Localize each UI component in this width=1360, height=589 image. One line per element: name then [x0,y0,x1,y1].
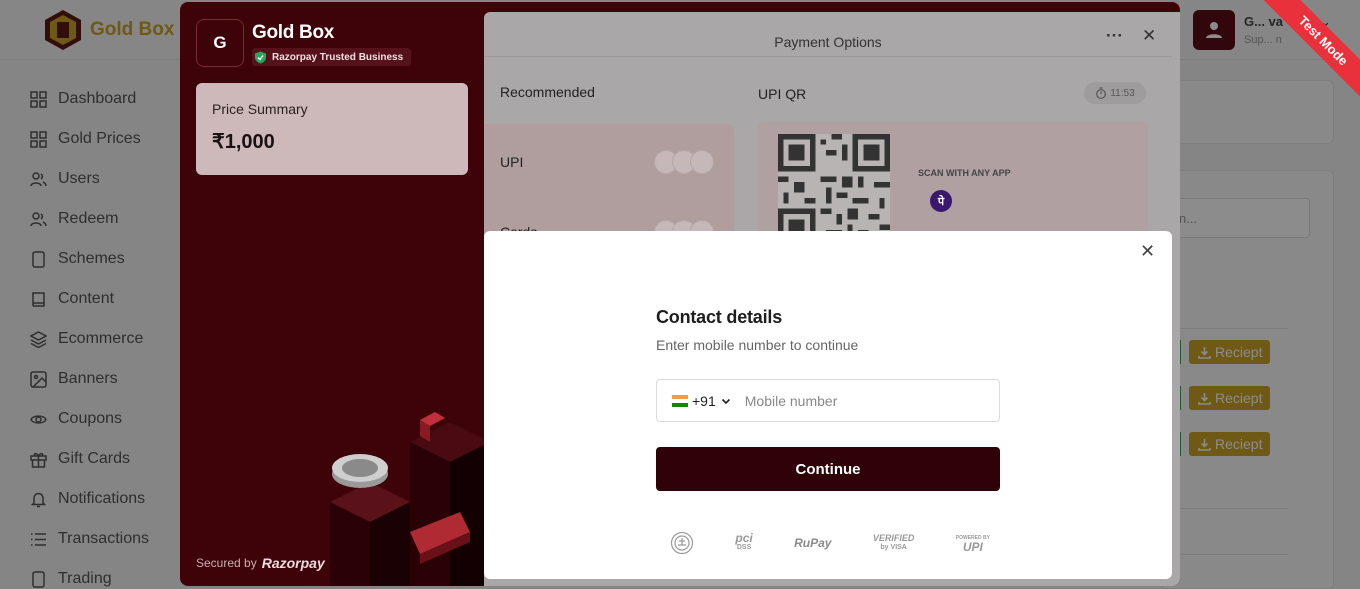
razorpay-logo: Razorpay [261,555,325,571]
price-summary-label: Price Summary [212,101,308,117]
scan-with-any-app-label: SCAN WITH ANY APP [918,168,1011,178]
rupay-badge: RuPay [794,536,832,550]
india-flag-icon [672,394,688,407]
country-code-selector[interactable]: +91 [657,393,731,409]
method-upi[interactable]: UPI [500,154,523,170]
pci-dss-badge: pci DSS [735,531,753,551]
merchant-logo: G [196,19,244,67]
verified-by-visa-badge: VERIFIED by VISA [872,533,915,552]
chevron-down-icon [721,398,730,404]
shield-check-icon [255,51,266,63]
timer-badge: 11:53 [1084,82,1146,104]
trusted-business-badge: Razorpay Trusted Business [252,48,412,66]
upi-app-icons [654,150,714,174]
secured-by-razorpay: Secured by Razorpay [196,555,325,571]
country-code: +91 [692,392,716,409]
payment-options-title: Payment Options [774,34,882,50]
modal-subtitle: Enter mobile number to continue [656,337,859,353]
rbi-seal-icon [670,531,694,555]
upi-qr-card: SCAN WITH ANY APP पे [758,122,1148,246]
price-summary-card: Price Summary ₹1,000 [196,83,468,175]
more-options-icon[interactable]: ··· [1106,26,1123,46]
modal-title: Contact details [656,307,783,327]
close-icon[interactable]: ✕ [1142,26,1156,46]
upi-badge: POWERED BY UPI [955,535,990,554]
trust-badges: pci DSS RuPay VERIFIED by VISA POWERED B… [670,530,990,556]
contact-details-modal: ✕ Contact details Enter mobile number to… [484,231,1172,579]
phone-field: +91 [656,379,1000,422]
merchant-name: Gold Box [252,22,335,43]
divider [484,56,1172,57]
qr-code-icon [778,134,890,246]
isometric-illustration-icon [330,412,490,586]
stopwatch-icon [1096,87,1107,99]
upi-qr-label: UPI QR [758,86,807,102]
mobile-number-input[interactable] [744,392,975,409]
payment-methods-card: UPI Cards [484,124,734,246]
recommended-label: Recommended [500,84,595,100]
close-icon[interactable]: ✕ [1140,241,1155,262]
continue-button[interactable]: Continue [656,447,1000,491]
price-amount: ₹1,000 [212,131,275,153]
phonepe-icon: पे [930,190,952,212]
